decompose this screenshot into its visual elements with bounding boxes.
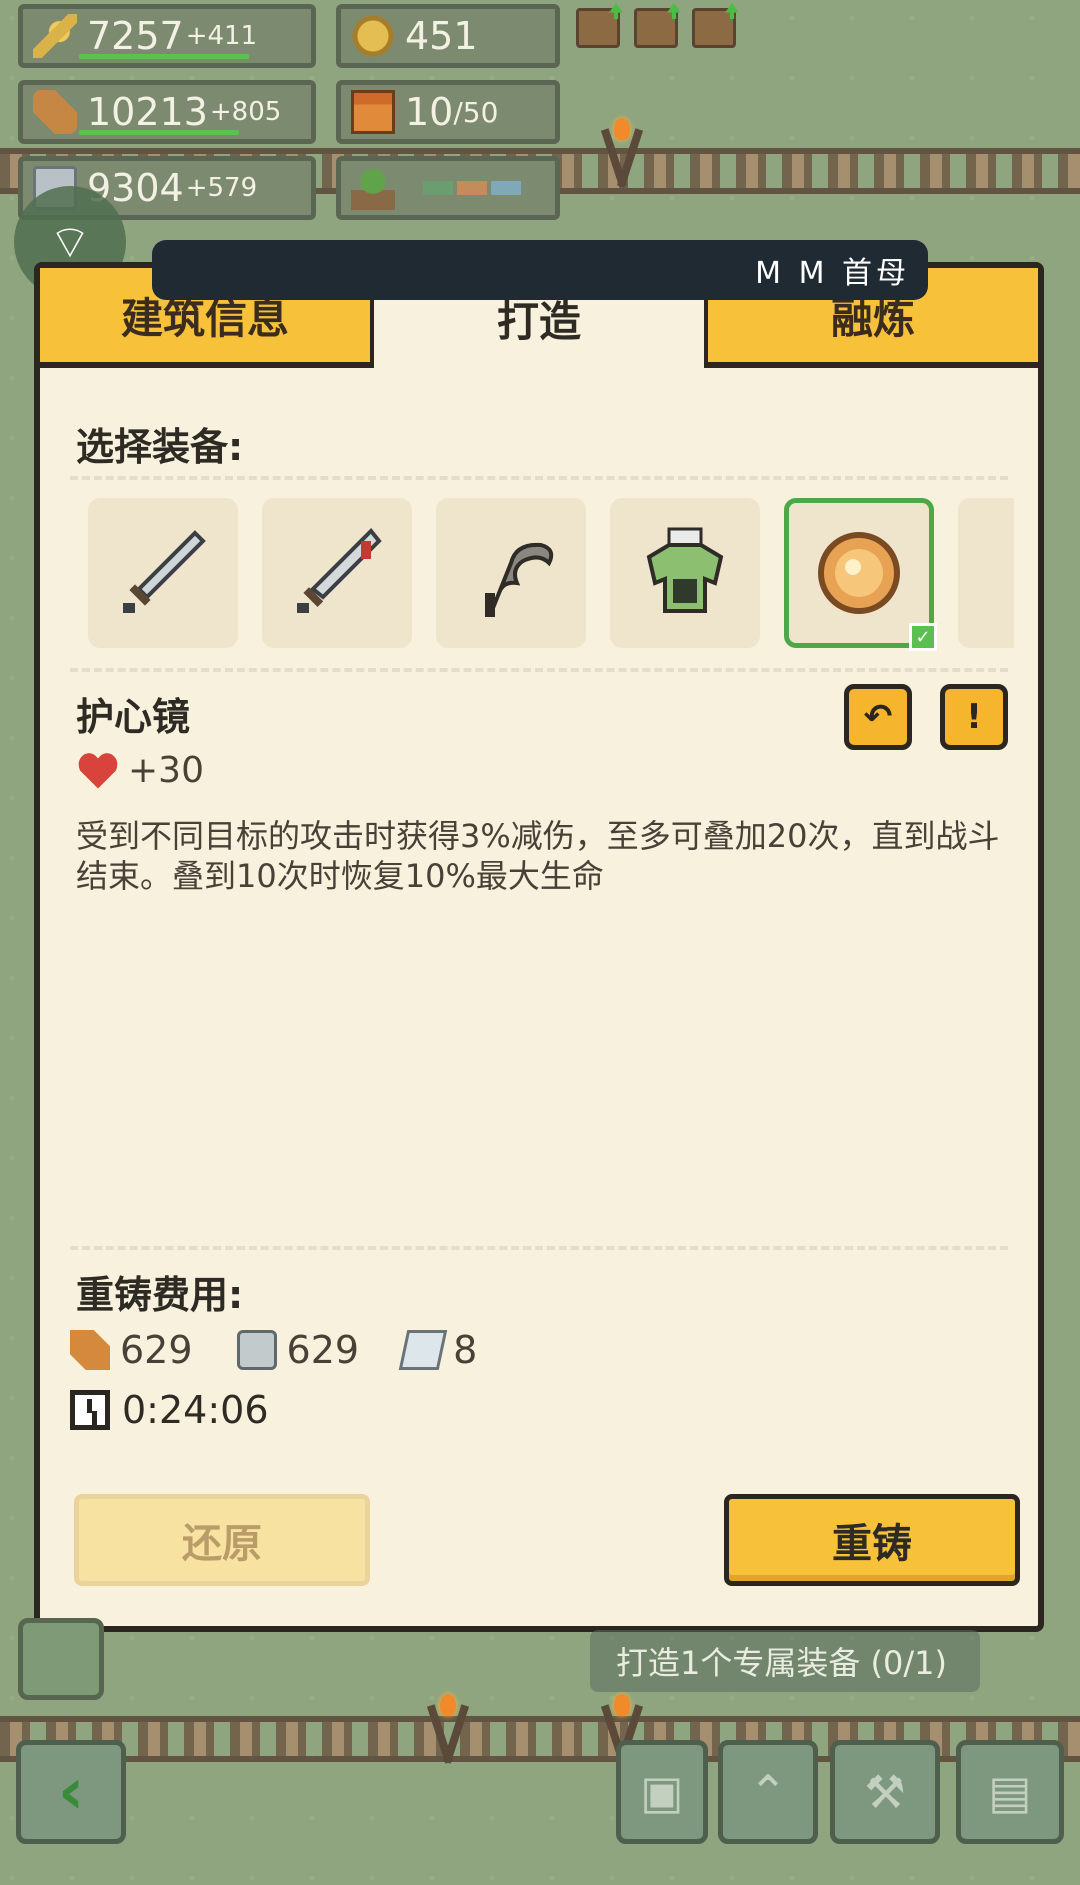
info-button[interactable]: ! (940, 684, 1008, 750)
equip-slot-armor[interactable] (610, 498, 760, 648)
stone-icon (236, 1330, 277, 1370)
iron-cost: 8 (453, 1328, 478, 1372)
undo-button[interactable]: ↶ (844, 684, 912, 750)
equip-slot-bloody-sword[interactable] (262, 498, 412, 648)
heart-icon (76, 751, 120, 791)
cost-list: 629 629 8 (70, 1328, 521, 1372)
coin-resource[interactable]: 451 (336, 4, 560, 68)
torch-icon (426, 1694, 470, 1764)
food-resource[interactable]: 7257 +411 (18, 4, 316, 68)
food-delta: +411 (185, 21, 258, 51)
gift-resource[interactable]: 10/50 (336, 80, 560, 144)
wood-icon (33, 90, 77, 134)
tools-upgrade-icon[interactable] (634, 8, 678, 48)
clock-icon (70, 1390, 110, 1430)
scrolling-ticker: M M 首⺟ (152, 240, 928, 300)
equipment-list: ✓ (88, 498, 1014, 651)
divider (70, 1246, 1008, 1250)
mirror-icon (818, 532, 900, 614)
hp-stat: +30 (76, 750, 204, 791)
divider (70, 668, 1008, 672)
torch-icon (600, 118, 644, 188)
hammer-icon[interactable]: ⚒ (830, 1740, 940, 1844)
bloody-sword-icon (297, 528, 382, 613)
time-cost: 0:24:06 (70, 1388, 269, 1432)
scythe-icon (485, 542, 554, 617)
item-description: 受到不同目标的攻击时获得3%减伤，至多可叠加20次，直到战斗结束。叠到10次时恢… (76, 817, 1000, 895)
wood-bar (79, 130, 239, 135)
time-value: 0:24:06 (122, 1388, 269, 1432)
equip-slot-mirror[interactable]: ✓ (784, 498, 937, 651)
divider (70, 476, 1008, 480)
book-icon[interactable]: ▤ (956, 1740, 1064, 1844)
recast-button[interactable]: 重铸 (724, 1494, 1020, 1586)
task-banner[interactable]: 打造1个专属装备 (0/1) (590, 1630, 980, 1692)
recast-cost-label: 重铸费用: (76, 1273, 244, 1317)
food-value: 7257 (87, 14, 184, 58)
armor-icon (646, 527, 724, 613)
item-name: 护心镜 (76, 695, 191, 739)
restore-button[interactable]: 还原 (74, 1494, 370, 1586)
iron-icon (398, 1330, 448, 1370)
rank-icon[interactable]: ⌃ (718, 1740, 818, 1844)
coin-value: 451 (405, 14, 478, 58)
wood-resource[interactable]: 10213 +805 (18, 80, 316, 144)
cart-upgrade-icon[interactable] (576, 8, 620, 48)
stone-cost: 629 (286, 1328, 360, 1372)
progress-segments (423, 181, 521, 195)
coin-icon (351, 14, 395, 58)
gift-icon (351, 90, 395, 134)
wood-value: 10213 (87, 90, 208, 134)
sword-icon (123, 530, 206, 613)
stone-delta: +579 (185, 173, 258, 203)
equip-slot-more[interactable] (958, 498, 1014, 648)
upgrade-icons (576, 8, 736, 48)
gift-max: /50 (453, 95, 499, 129)
equip-slot-sword[interactable] (88, 498, 238, 648)
wheat-icon (33, 14, 77, 58)
house-upgrade-icon[interactable] (692, 8, 736, 48)
gift-value: 10 (405, 90, 454, 134)
chat-button[interactable] (18, 1618, 104, 1700)
hp-stat-value: +30 (128, 750, 204, 791)
armor-nav-icon[interactable]: ▣ (616, 1740, 708, 1844)
back-button[interactable]: ‹ (16, 1740, 126, 1844)
equip-slot-scythe[interactable] (436, 498, 586, 648)
selected-check-icon: ✓ (909, 623, 937, 651)
food-bar (79, 54, 249, 59)
select-equipment-label: 选择装备: (76, 425, 244, 469)
wood-cost: 629 (120, 1328, 193, 1372)
plant-icon (351, 166, 395, 210)
wood-icon (70, 1330, 110, 1370)
wood-delta: +805 (209, 97, 282, 127)
plant-resource[interactable] (336, 156, 560, 220)
forge-panel: 建筑信息 打造 融炼 选择装备: ✓ 护心镜 ↶ ! +30 受到不同目标的攻击… (34, 262, 1044, 1632)
